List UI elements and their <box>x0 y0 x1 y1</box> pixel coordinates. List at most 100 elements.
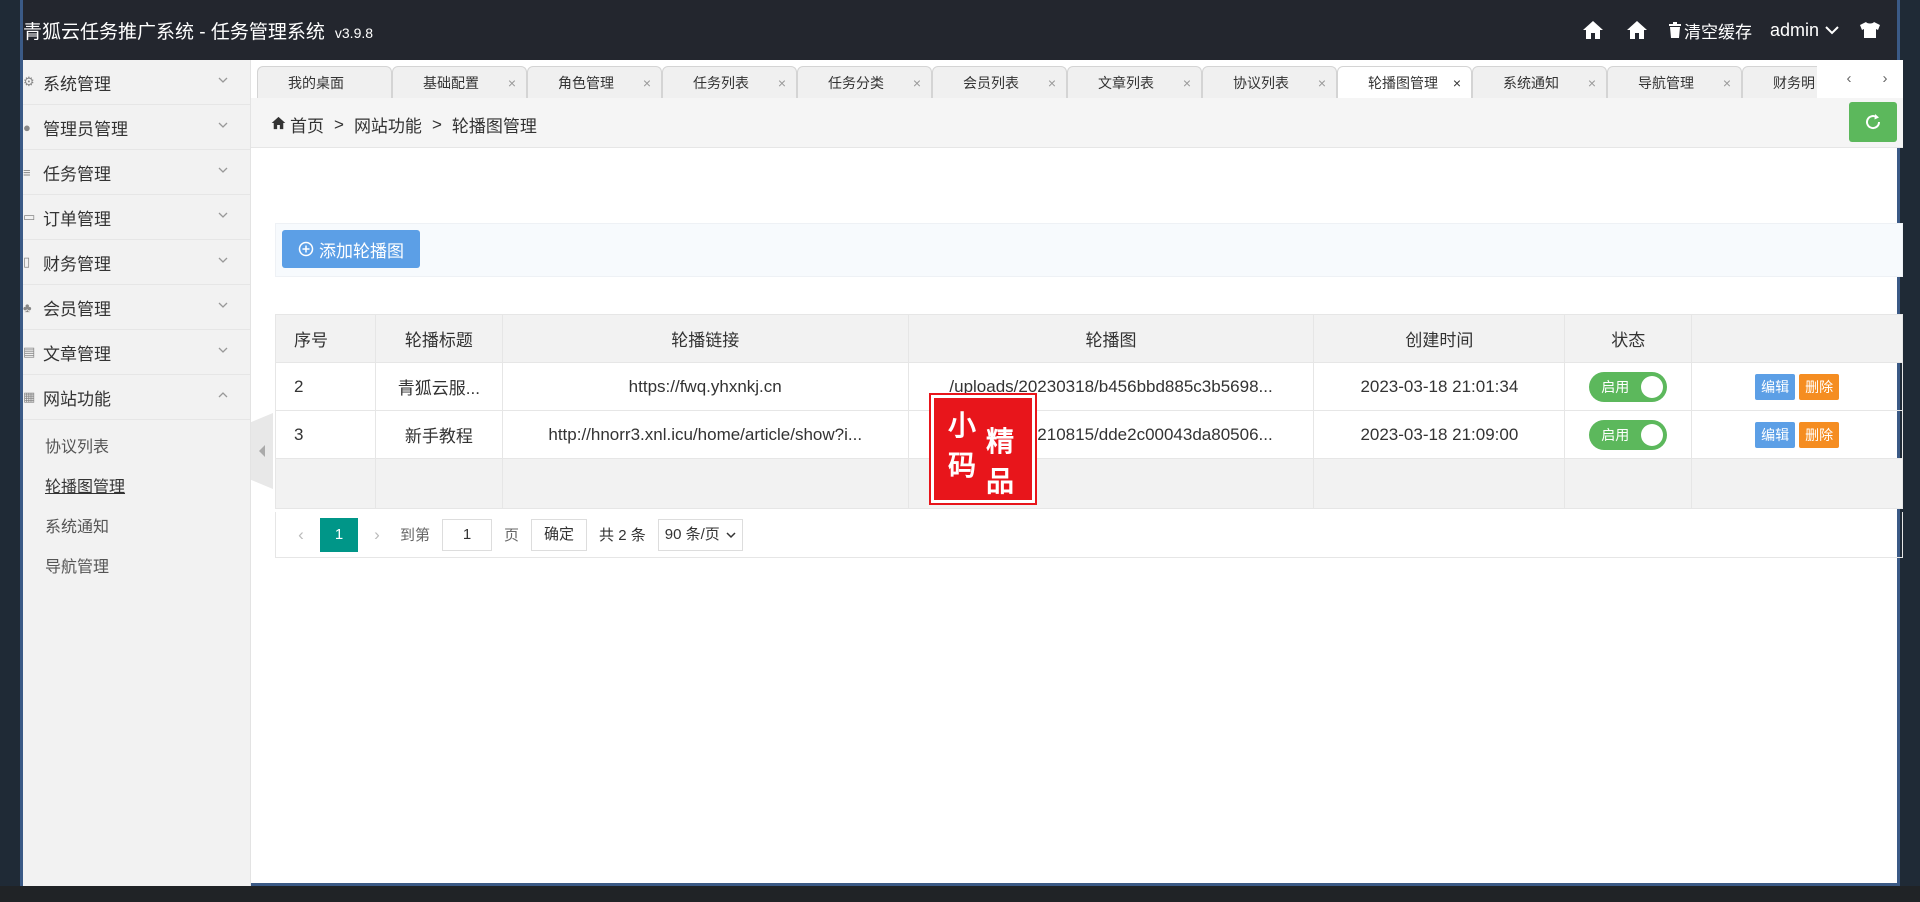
current-page[interactable]: 1 <box>320 517 358 552</box>
page-size-select[interactable]: 90 条/页 <box>657 518 743 551</box>
status-toggle[interactable]: 启用 <box>1589 371 1668 402</box>
sidebar-item-tasks[interactable]: ≡ 任务管理 <box>23 150 250 195</box>
next-page-icon[interactable]: › <box>364 525 390 545</box>
tab-member-list[interactable]: 会员列表 × <box>932 66 1067 98</box>
close-icon[interactable]: × <box>1318 67 1326 98</box>
user-name: admin <box>1769 19 1819 40</box>
goto-confirm-button[interactable]: 确定 <box>531 518 588 551</box>
cell-title: 青狐云服... <box>374 362 503 411</box>
breadcrumb-level1[interactable]: 网站功能 <box>354 112 422 137</box>
carousel-table: 序号 轮播标题 轮播链接 轮播图 创建时间 状态 2 青狐云服... https… <box>275 314 1903 509</box>
cell-status: 启用 <box>1564 362 1693 411</box>
website-submenu: 协议列表 轮播图管理 系统通知 导航管理 <box>23 420 250 588</box>
tab-basic-config[interactable]: 基础配置 × <box>392 66 527 98</box>
tab-navigation[interactable]: 导航管理 × <box>1607 66 1742 98</box>
sidebar-item-label: 文章管理 <box>43 344 111 364</box>
sidebar-item-finance[interactable]: ▯ 财务管理 <box>23 240 250 285</box>
sidebar-item-system[interactable]: ⚙ 系统管理 <box>23 60 250 105</box>
close-icon[interactable]: × <box>1183 67 1191 98</box>
chevron-up-icon <box>218 392 228 398</box>
tab-label: 我的桌面 <box>288 75 344 91</box>
column-header: 轮播标题 <box>374 314 503 363</box>
close-icon[interactable]: × <box>778 67 786 98</box>
chevron-left-icon[interactable]: ‹ <box>1831 64 1867 94</box>
tab-finance[interactable]: 财务明 <box>1742 66 1817 98</box>
close-icon[interactable]: × <box>1723 67 1731 98</box>
user-menu[interactable]: admin <box>1770 20 1839 41</box>
submenu-item-notices[interactable]: 系统通知 <box>23 508 250 548</box>
close-icon[interactable]: × <box>508 67 516 98</box>
cell-actions: 编辑 删除 <box>1691 410 1903 459</box>
chevron-down-icon <box>218 77 228 83</box>
prev-page-icon[interactable]: ‹ <box>288 525 314 545</box>
edit-button[interactable]: 编辑 <box>1755 373 1796 400</box>
tab-carousel[interactable]: 轮播图管理 × <box>1337 66 1472 98</box>
sidebar-item-label: 财务管理 <box>43 254 111 274</box>
toggle-knob <box>1641 375 1664 398</box>
chevron-down-icon <box>218 122 228 128</box>
delete-button[interactable]: 删除 <box>1799 421 1840 448</box>
edit-button[interactable]: 编辑 <box>1755 421 1796 448</box>
close-icon[interactable]: × <box>1048 67 1056 98</box>
close-icon[interactable]: × <box>1588 67 1596 98</box>
delete-button[interactable]: 删除 <box>1799 373 1840 400</box>
tab-notices[interactable]: 系统通知 × <box>1472 66 1607 98</box>
close-icon[interactable]: × <box>1453 67 1461 98</box>
chevron-down-icon <box>1825 26 1839 35</box>
empty-cell <box>1691 458 1903 509</box>
sidebar-item-label: 系统管理 <box>43 74 111 94</box>
stamp-char: 码 <box>948 449 977 482</box>
tab-desktop[interactable]: 我的桌面 <box>257 66 392 98</box>
status-toggle[interactable]: 启用 <box>1589 419 1668 450</box>
close-icon[interactable]: × <box>643 67 651 98</box>
sidebar-item-website[interactable]: ▦ 网站功能 <box>23 375 250 420</box>
header-actions: 清空缓存 admin <box>1580 0 1883 60</box>
add-carousel-button[interactable]: 添加轮播图 <box>282 230 420 268</box>
breadcrumb-home[interactable]: 首页 <box>290 112 324 137</box>
sidebar-item-admins[interactable]: ● 管理员管理 <box>23 105 250 150</box>
chevron-down-icon <box>218 302 228 308</box>
toggle-knob <box>1641 423 1664 446</box>
page-unit-label: 页 <box>504 527 520 544</box>
tab-task-list[interactable]: 任务列表 × <box>662 66 797 98</box>
theme-shirt-icon[interactable] <box>1857 17 1883 43</box>
toggle-label: 启用 <box>1601 426 1630 443</box>
close-icon[interactable]: × <box>913 67 921 98</box>
empty-cell <box>374 458 503 509</box>
tab-roles[interactable]: 角色管理 × <box>527 66 662 98</box>
tab-article-list[interactable]: 文章列表 × <box>1067 66 1202 98</box>
home-icon[interactable] <box>1580 17 1606 43</box>
column-header: 轮播链接 <box>501 314 909 363</box>
document-icon: ▤ <box>23 344 36 359</box>
breadcrumb: 首页 > 网站功能 > 轮播图管理 <box>271 112 537 137</box>
empty-cell <box>275 458 376 509</box>
clear-cache-button[interactable]: 清空缓存 <box>1668 18 1752 43</box>
sidebar-collapse-button[interactable] <box>251 413 273 489</box>
chevron-right-icon[interactable]: › <box>1867 64 1903 94</box>
goto-page-input[interactable]: 1 <box>442 518 493 551</box>
empty-cell <box>1564 458 1693 509</box>
sidebar-item-members[interactable]: ♣ 会员管理 <box>23 285 250 330</box>
grid-icon: ▦ <box>23 389 36 404</box>
submenu-item-navigation[interactable]: 导航管理 <box>23 548 250 588</box>
home-alt-icon[interactable] <box>1624 17 1650 43</box>
sidebar-item-articles[interactable]: ▤ 文章管理 <box>23 330 250 375</box>
column-header: 状态 <box>1564 314 1693 363</box>
column-header: 创建时间 <box>1313 314 1566 363</box>
refresh-button[interactable] <box>1849 102 1897 142</box>
tab-label: 会员列表 <box>963 75 1019 91</box>
tab-agreement-list[interactable]: 协议列表 × <box>1202 66 1337 98</box>
submenu-item-agreements[interactable]: 协议列表 <box>23 428 250 468</box>
tab-label: 系统通知 <box>1503 75 1559 91</box>
sidebar-item-label: 会员管理 <box>43 299 111 319</box>
sidebar-item-orders[interactable]: ▭ 订单管理 <box>23 195 250 240</box>
tab-label: 任务列表 <box>693 75 749 91</box>
cell-id: 2 <box>275 362 376 411</box>
stamp-char: 精 <box>986 425 1015 458</box>
tab-task-category[interactable]: 任务分类 × <box>797 66 932 98</box>
toggle-label: 启用 <box>1601 378 1630 395</box>
submenu-item-carousel[interactable]: 轮播图管理 <box>23 468 250 508</box>
os-taskbar-strip <box>0 886 1920 902</box>
chevron-down-icon <box>218 167 228 173</box>
table-header-row: 序号 轮播标题 轮播链接 轮播图 创建时间 状态 <box>275 314 1903 363</box>
